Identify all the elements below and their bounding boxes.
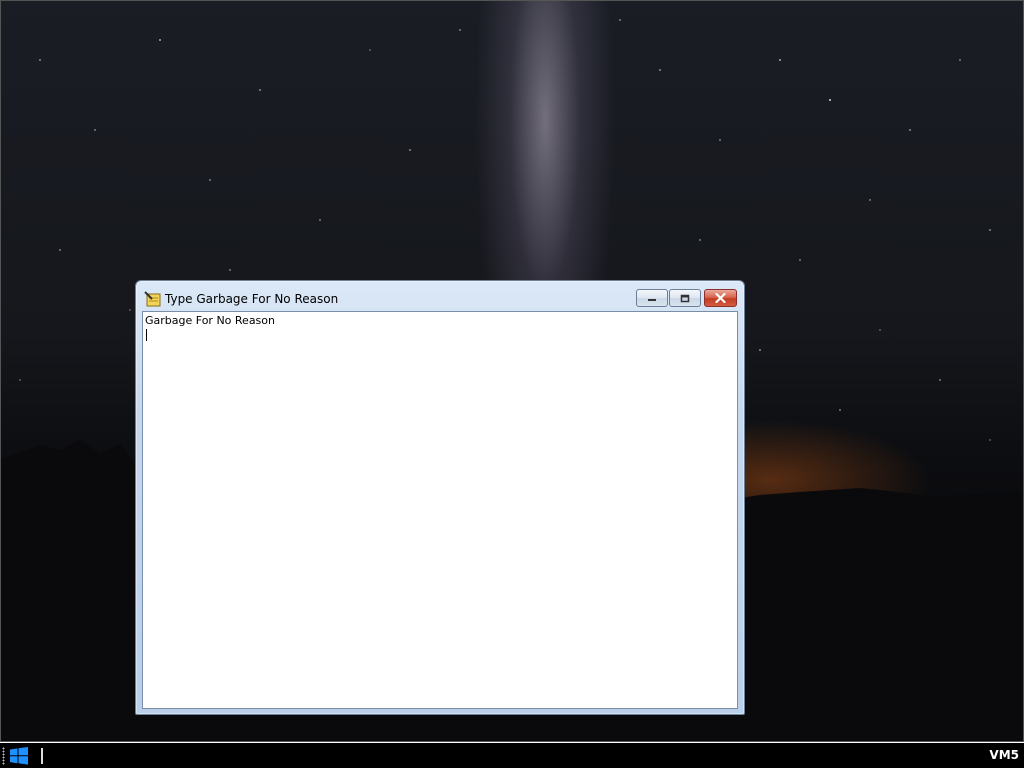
title-bar[interactable]: Type Garbage For No Reason [136, 281, 744, 311]
editor-content: Garbage For No Reason [145, 314, 275, 327]
taskbar-separator [41, 748, 43, 764]
minimize-button[interactable] [636, 289, 668, 307]
windows-logo-icon[interactable] [9, 747, 29, 765]
text-editor-area[interactable]: Garbage For No Reason [142, 311, 738, 709]
close-icon [715, 293, 726, 303]
window-title: Type Garbage For No Reason [165, 292, 339, 306]
close-button[interactable] [704, 289, 737, 307]
maximize-icon [680, 294, 690, 302]
taskbar-grip[interactable] [2, 747, 5, 765]
notepad-pencil-icon [144, 291, 161, 307]
maximize-button[interactable] [669, 289, 701, 307]
taskbar: VM5 [0, 742, 1024, 768]
text-caret [146, 329, 147, 341]
minimize-icon [648, 299, 656, 301]
machine-label: VM5 [989, 748, 1019, 762]
app-window: Type Garbage For No Reason Garbage For N… [135, 280, 745, 715]
